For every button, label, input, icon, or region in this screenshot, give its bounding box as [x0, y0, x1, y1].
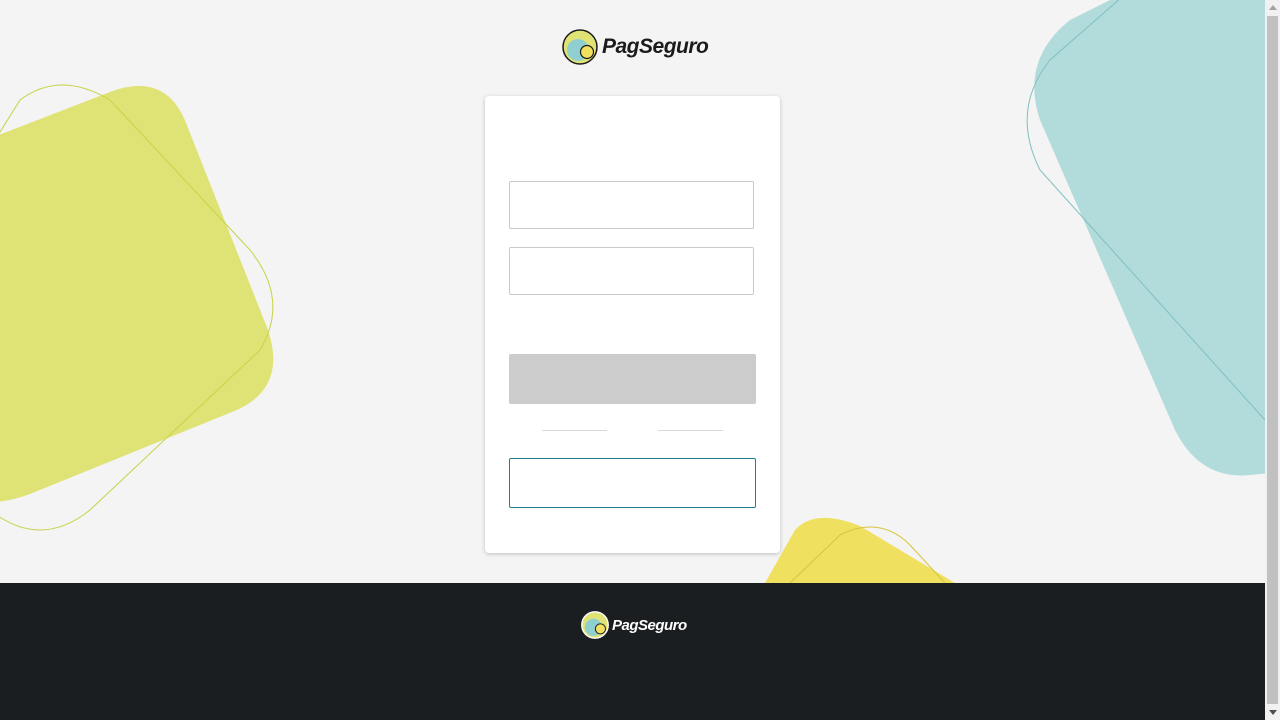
- pagseguro-logo-icon: [581, 611, 609, 639]
- yellow-shape: [765, 517, 955, 583]
- scrollbar-thumb[interactable]: [1267, 16, 1278, 704]
- email-input[interactable]: [509, 181, 754, 229]
- divider-right: [658, 430, 723, 431]
- footer: PagSeguro: [0, 583, 1265, 720]
- login-button[interactable]: [509, 354, 756, 404]
- brand-wordmark: PagSeguro: [602, 35, 709, 58]
- scroll-up-arrow-icon[interactable]: [1269, 5, 1277, 10]
- lime-shape: [0, 84, 274, 531]
- footer-brand-wordmark: PagSeguro: [612, 616, 687, 634]
- login-card: [485, 96, 780, 553]
- pagseguro-logo-icon: [562, 29, 598, 65]
- teal-shape: [1026, 0, 1265, 476]
- password-input[interactable]: [509, 247, 754, 295]
- header-logo[interactable]: PagSeguro: [562, 29, 709, 65]
- divider-left: [542, 430, 607, 431]
- scroll-down-arrow-icon[interactable]: [1269, 710, 1277, 715]
- footer-logo[interactable]: PagSeguro: [581, 611, 687, 639]
- vertical-scrollbar[interactable]: [1265, 0, 1280, 720]
- secondary-button[interactable]: [509, 458, 756, 508]
- page: PagSeguro PagSeguro: [0, 0, 1265, 720]
